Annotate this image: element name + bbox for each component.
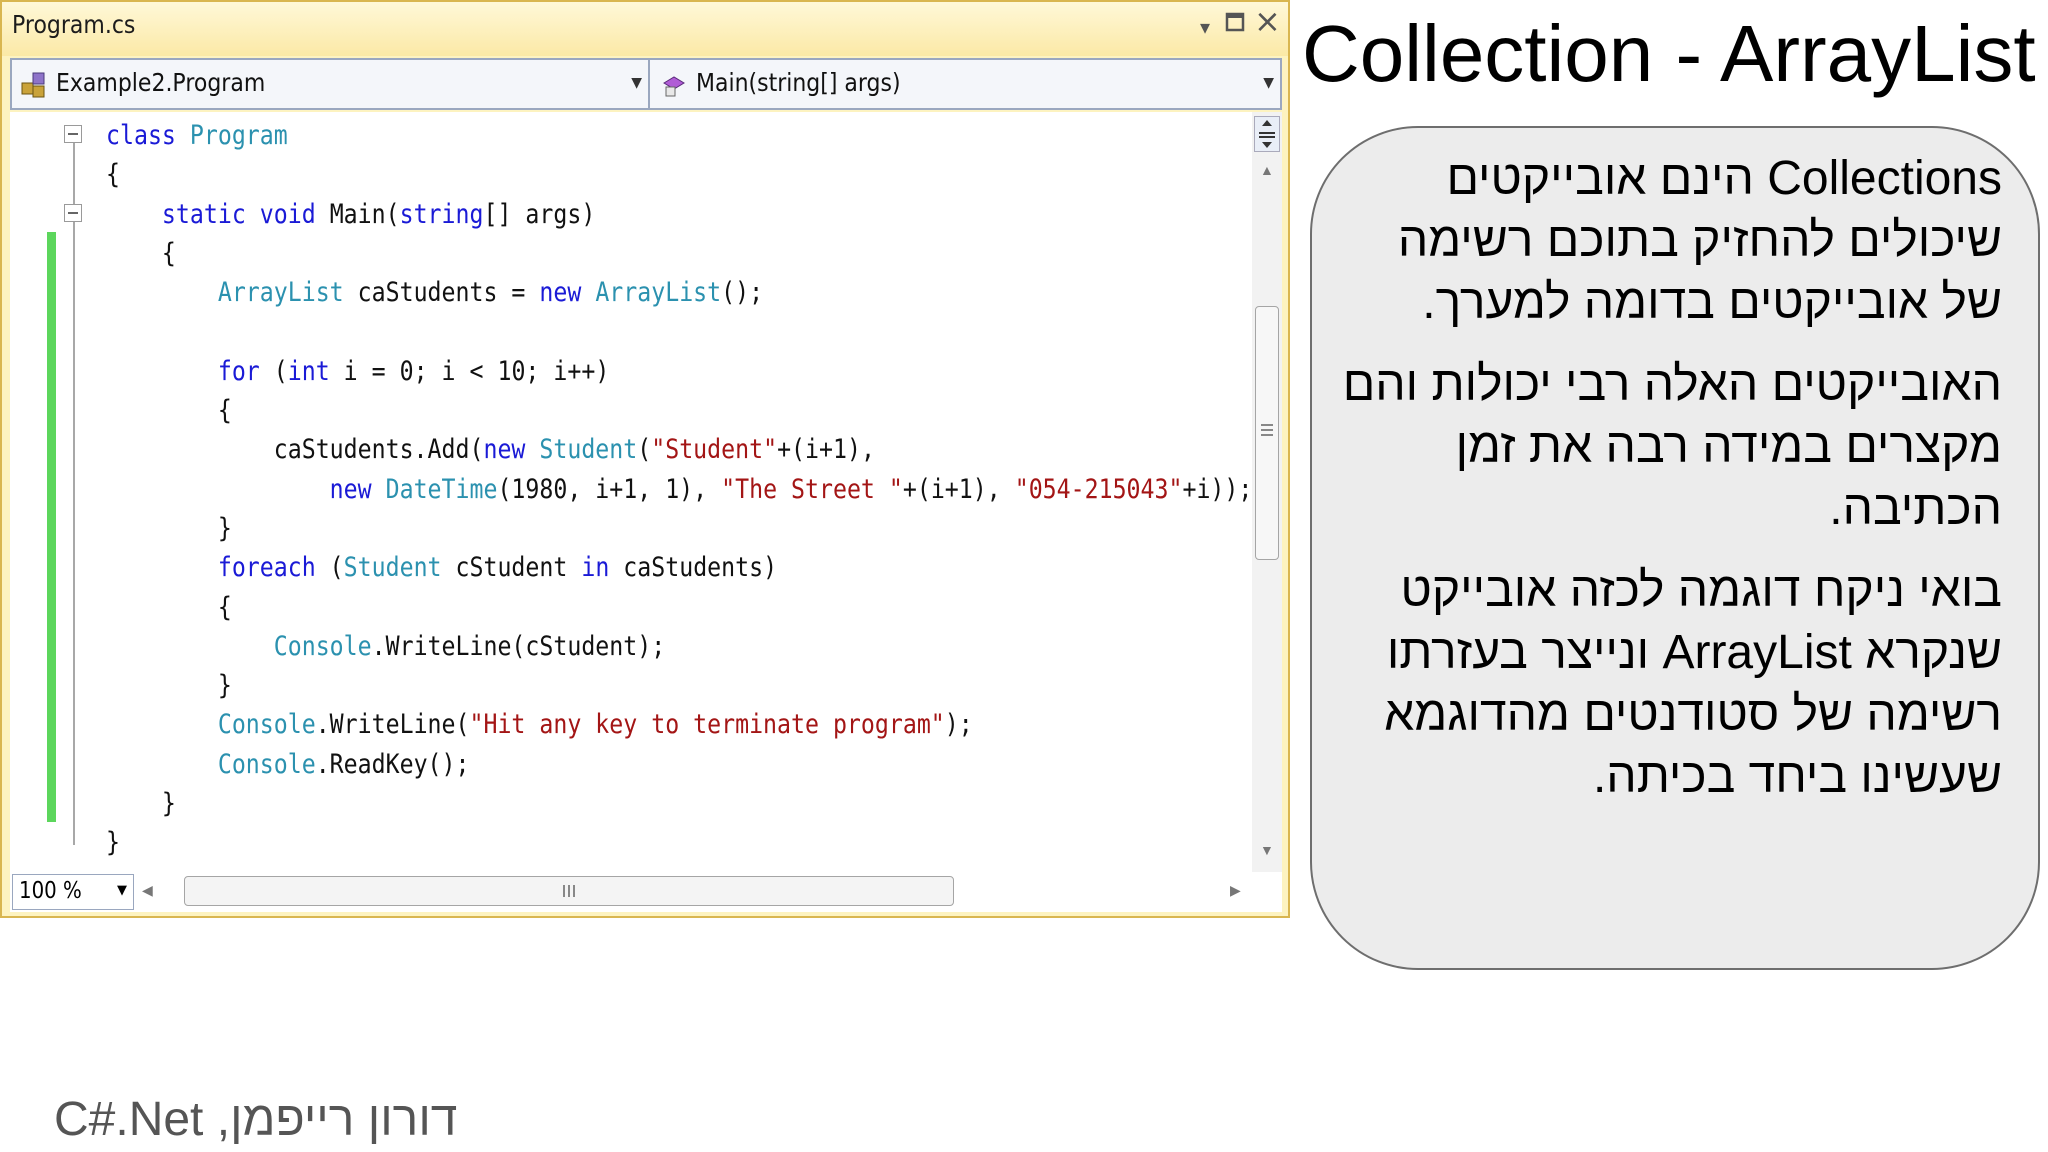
code-line[interactable]: } [106, 827, 120, 858]
code-line[interactable]: { [106, 395, 232, 426]
chevron-down-icon: ▼ [1263, 75, 1274, 91]
code-line[interactable]: { [106, 159, 120, 190]
code-line[interactable]: } [106, 788, 176, 819]
content-callout-box: Collections הינם אובייקטים שיכולים להחזי… [1310, 126, 2040, 970]
window-position-dropdown-icon[interactable]: ▾ [1200, 12, 1210, 42]
scroll-left-arrow-icon[interactable]: ◀ [142, 882, 153, 899]
code-line[interactable]: } [106, 513, 232, 544]
code-editor-window: Program.cs ▾ × Example2.Program ▼ Main(s… [0, 0, 1290, 918]
source-code[interactable]: class Program { static void Main(string[… [106, 116, 1252, 863]
slide-title: Collection - ArrayList [1302, 9, 2036, 98]
selection-margin[interactable] [10, 112, 44, 872]
document-tab-bar: Program.cs ▾ × [2, 2, 1288, 56]
code-line[interactable]: new DateTime(1980, i+1, 1), "The Street … [106, 474, 1252, 505]
code-line[interactable]: } [106, 670, 232, 701]
scroll-right-arrow-icon[interactable]: ▶ [1230, 882, 1241, 899]
paragraph-example: בואי ניקח דוגמה לכזה אובייקט שנקרא Array… [1384, 564, 2002, 803]
close-icon[interactable]: × [1254, 5, 1281, 37]
member-selector-combo[interactable]: Main(string[] args) ▼ [652, 60, 1280, 108]
code-line[interactable]: { [106, 238, 176, 269]
navigation-bar: Example2.Program ▼ Main(string[] args) ▼ [10, 58, 1282, 110]
change-tracking-bar [47, 232, 56, 822]
chevron-down-icon: ▼ [631, 75, 642, 91]
code-editor[interactable]: class Program { static void Main(string[… [10, 112, 1252, 872]
code-line[interactable]: caStudents.Add(new Student("Student"+(i+… [106, 434, 875, 465]
paragraph-collections-intro: Collections הינם אובייקטים שיכולים להחזי… [1397, 152, 2002, 329]
collapse-class-toggle[interactable] [64, 125, 82, 143]
class-selector-label: Example2.Program [56, 68, 266, 97]
code-line[interactable]: { [106, 592, 232, 623]
scroll-down-arrow-icon[interactable]: ▼ [1260, 842, 1274, 858]
collapse-method-toggle[interactable] [64, 204, 82, 222]
vertical-scroll-thumb[interactable] [1255, 306, 1279, 560]
code-line[interactable]: static void Main(string[] args) [106, 199, 595, 230]
scroll-up-arrow-icon[interactable]: ▲ [1260, 162, 1274, 178]
member-selector-label: Main(string[] args) [696, 68, 901, 97]
editor-status-bar: 100 % ▼ ◀ ▶ [10, 872, 1282, 912]
vertical-scrollbar[interactable]: ▲ ▼ [1252, 112, 1282, 872]
code-line[interactable]: Console.WriteLine(cStudent); [106, 631, 665, 662]
zoom-level-combo[interactable]: 100 % ▼ [12, 874, 134, 910]
chevron-down-icon: ▼ [117, 883, 127, 898]
window-splitter-handle[interactable] [1254, 116, 1280, 152]
method-icon [663, 76, 685, 97]
horizontal-scroll-thumb[interactable] [184, 876, 954, 906]
class-selector-combo[interactable]: Example2.Program ▼ [12, 60, 650, 108]
code-line[interactable]: for (int i = 0; i < 10; i++) [106, 356, 609, 387]
zoom-level-value: 100 % [19, 878, 82, 904]
code-line[interactable]: class Program [106, 120, 288, 151]
class-icon [21, 72, 45, 98]
code-line[interactable]: foreach (Student cStudent in caStudents) [106, 552, 777, 583]
maximize-icon[interactable] [1224, 8, 1246, 41]
code-line[interactable]: ArrayList caStudents = new ArrayList(); [106, 277, 763, 308]
outline-line [73, 143, 75, 845]
paragraph-benefits: האובייקטים האלה רבי יכולות והם מקצרים במ… [1342, 358, 2002, 535]
slide-footer: דורון רייפמן, C#.Net [54, 1093, 458, 1146]
code-line[interactable]: Console.WriteLine("Hit any key to termin… [106, 709, 973, 740]
document-tab-title[interactable]: Program.cs [12, 10, 135, 39]
code-line[interactable]: Console.ReadKey(); [106, 749, 470, 780]
